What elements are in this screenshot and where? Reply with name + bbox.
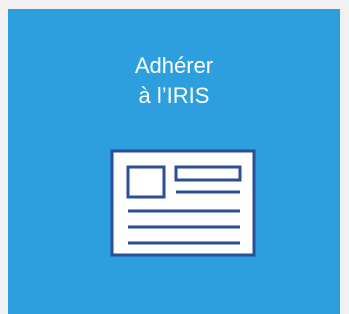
tile-title-line1: Adhérer bbox=[134, 53, 214, 78]
join-iris-tile[interactable]: Adhérer à l’IRIS bbox=[8, 9, 340, 314]
membership-card-icon bbox=[110, 149, 256, 257]
tile-title: Adhérer à l’IRIS bbox=[8, 51, 340, 111]
tile-title-line2: à l’IRIS bbox=[138, 83, 210, 108]
